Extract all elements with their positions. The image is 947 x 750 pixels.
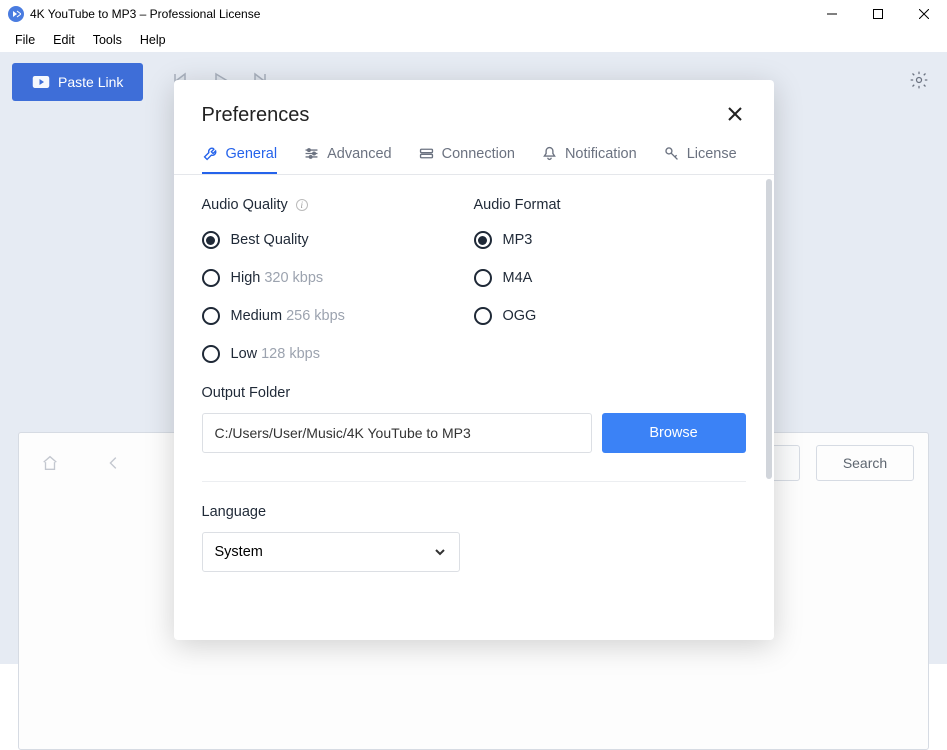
radio-icon bbox=[202, 231, 220, 249]
audio-format-section: Audio Format MP3 M4A OGG bbox=[474, 197, 746, 383]
tab-license[interactable]: License bbox=[663, 145, 737, 174]
output-folder-label: Output Folder bbox=[202, 385, 746, 401]
paste-link-button[interactable]: Paste Link bbox=[12, 63, 143, 101]
window-maximize-button[interactable] bbox=[855, 0, 901, 28]
home-button[interactable] bbox=[33, 446, 67, 480]
radio-icon bbox=[474, 231, 492, 249]
dialog-close-button[interactable] bbox=[728, 107, 746, 125]
window-minimize-button[interactable] bbox=[809, 0, 855, 28]
browse-button[interactable]: Browse bbox=[602, 413, 746, 453]
language-label: Language bbox=[202, 504, 746, 520]
language-select[interactable]: System bbox=[202, 532, 460, 572]
window-title: 4K YouTube to MP3 – Professional License bbox=[30, 7, 260, 21]
search-button[interactable]: Search bbox=[816, 445, 914, 481]
wrench-icon bbox=[202, 145, 219, 162]
menu-file[interactable]: File bbox=[6, 30, 44, 50]
sliders-icon bbox=[303, 145, 320, 162]
paste-link-icon bbox=[32, 75, 50, 89]
format-ogg-radio[interactable]: OGG bbox=[474, 307, 746, 325]
quality-high-radio[interactable]: High320 kbps bbox=[202, 269, 474, 287]
quality-best-radio[interactable]: Best Quality bbox=[202, 231, 474, 249]
tab-notification[interactable]: Notification bbox=[541, 145, 637, 174]
radio-icon bbox=[474, 269, 492, 287]
radio-icon bbox=[474, 307, 492, 325]
key-icon bbox=[663, 145, 680, 162]
audio-quality-section: Audio Quality i Best Quality High320 kbp… bbox=[202, 197, 474, 383]
back-button[interactable] bbox=[97, 446, 131, 480]
app-icon bbox=[8, 6, 24, 22]
info-icon[interactable]: i bbox=[296, 199, 308, 211]
preferences-dialog: Preferences General Advanced Connection … bbox=[174, 80, 774, 640]
menu-bar: File Edit Tools Help bbox=[0, 28, 947, 52]
menu-edit[interactable]: Edit bbox=[44, 30, 84, 50]
paste-link-label: Paste Link bbox=[58, 74, 123, 90]
tab-general[interactable]: General bbox=[202, 145, 278, 174]
quality-medium-radio[interactable]: Medium256 kbps bbox=[202, 307, 474, 325]
connection-icon bbox=[418, 145, 435, 162]
menu-help[interactable]: Help bbox=[131, 30, 175, 50]
tab-connection[interactable]: Connection bbox=[418, 145, 515, 174]
output-folder-section: Output Folder Browse bbox=[202, 385, 746, 453]
tab-advanced[interactable]: Advanced bbox=[303, 145, 392, 174]
radio-icon bbox=[202, 269, 220, 287]
chevron-down-icon bbox=[433, 545, 447, 559]
language-value: System bbox=[215, 544, 263, 560]
bell-icon bbox=[541, 145, 558, 162]
format-m4a-radio[interactable]: M4A bbox=[474, 269, 746, 287]
audio-quality-label: Audio Quality bbox=[202, 197, 288, 213]
output-folder-input[interactable] bbox=[202, 413, 592, 453]
radio-icon bbox=[202, 345, 220, 363]
preferences-tabs: General Advanced Connection Notification… bbox=[174, 145, 774, 175]
menu-tools[interactable]: Tools bbox=[84, 30, 131, 50]
section-divider bbox=[202, 481, 746, 482]
language-section: Language System bbox=[202, 504, 746, 572]
preferences-body: Audio Quality i Best Quality High320 kbp… bbox=[174, 175, 774, 615]
format-mp3-radio[interactable]: MP3 bbox=[474, 231, 746, 249]
window-close-button[interactable] bbox=[901, 0, 947, 28]
gear-icon bbox=[909, 70, 929, 90]
scrollbar[interactable] bbox=[766, 179, 772, 479]
close-icon bbox=[728, 107, 742, 121]
audio-format-label: Audio Format bbox=[474, 197, 561, 213]
radio-icon bbox=[202, 307, 220, 325]
settings-button[interactable] bbox=[909, 70, 929, 95]
window-titlebar: 4K YouTube to MP3 – Professional License bbox=[0, 0, 947, 28]
quality-low-radio[interactable]: Low128 kbps bbox=[202, 345, 474, 363]
dialog-title: Preferences bbox=[202, 104, 310, 127]
